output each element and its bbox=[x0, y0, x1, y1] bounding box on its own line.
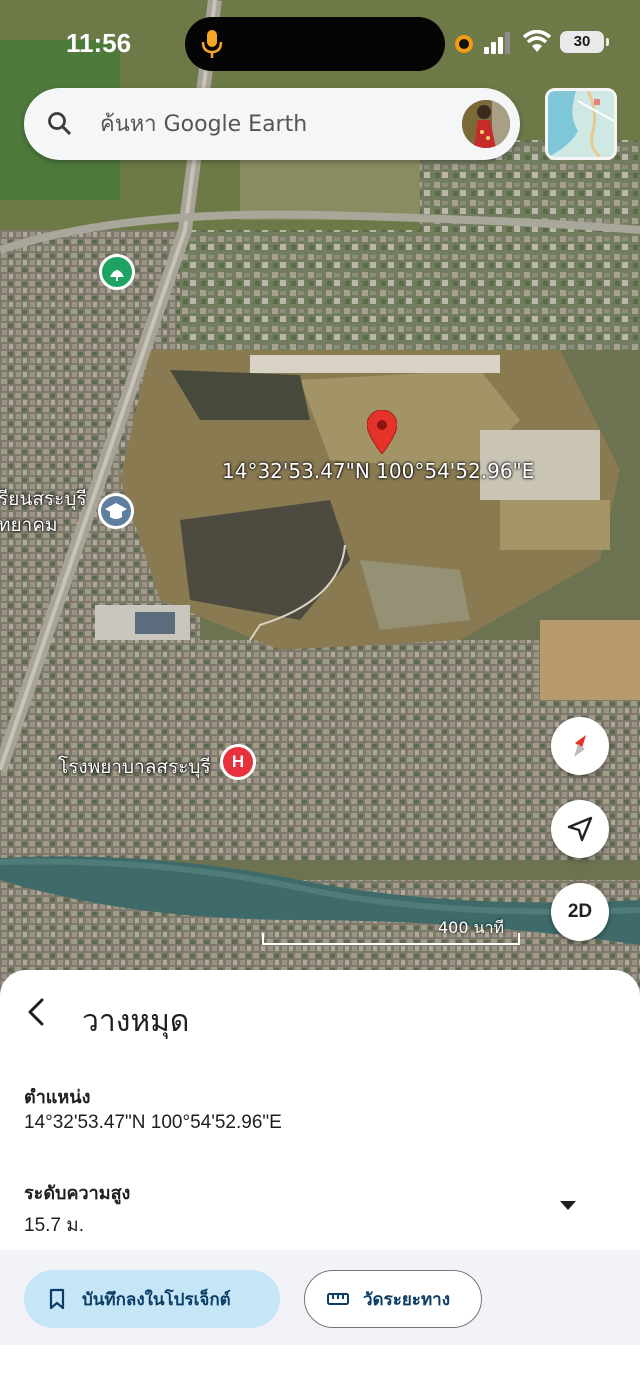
mic-icon bbox=[201, 30, 223, 58]
altitude-label: ระดับความสูง bbox=[24, 1183, 131, 1204]
recording-indicator bbox=[455, 35, 473, 53]
save-to-project-button[interactable]: บันทึกลงในโปรเจ็กต์ bbox=[24, 1270, 280, 1328]
my-location-icon bbox=[567, 816, 593, 842]
search-bar[interactable] bbox=[24, 88, 520, 160]
place-pin-sheet: วางหมุด ตำแหน่ง 14°32'53.47"N 100°54'52.… bbox=[0, 970, 640, 1385]
dynamic-island bbox=[185, 17, 445, 71]
position-label: ตำแหน่ง bbox=[24, 1087, 91, 1108]
pin-coordinates-label: 14°32'53.47"N 100°54'52.96"E bbox=[222, 459, 535, 483]
map-pin-icon[interactable] bbox=[367, 410, 397, 454]
clock: 11:56 bbox=[66, 28, 132, 58]
search-icon bbox=[48, 112, 72, 136]
view-mode-button[interactable]: 2D bbox=[551, 883, 609, 941]
ruler-icon bbox=[327, 1293, 349, 1305]
hospital-label[interactable]: โรงพยาบาลสระบุรี bbox=[58, 752, 211, 782]
measure-distance-label: วัดระยะทาง bbox=[363, 1289, 450, 1310]
search-input[interactable] bbox=[100, 102, 440, 146]
park-poi-icon[interactable] bbox=[99, 254, 135, 290]
save-to-project-label: บันทึกลงในโปรเจ็กต์ bbox=[82, 1289, 231, 1310]
altitude-value: 15.7 ม. bbox=[24, 1215, 85, 1236]
measure-distance-button[interactable]: วัดระยะทาง bbox=[304, 1270, 482, 1328]
school-label[interactable]: รียนสระบุรี ทยาคม bbox=[0, 486, 87, 538]
position-value: 14°32'53.47"N 100°54'52.96"E bbox=[24, 1112, 282, 1133]
action-bar: บันทึกลงในโปรเจ็กต์ วัดระยะทาง bbox=[0, 1250, 640, 1345]
wifi-icon bbox=[522, 30, 552, 52]
sheet-title: วางหมุด bbox=[82, 1004, 190, 1039]
scale-bar bbox=[262, 933, 520, 945]
bookmark-icon bbox=[49, 1288, 65, 1310]
map-thumbnail-icon bbox=[548, 91, 614, 157]
satellite-map[interactable]: 11:56 30 ค้นหา Google Earth รียนสระบุรี … bbox=[0, 0, 640, 1000]
battery-icon: 30 bbox=[560, 31, 609, 53]
hospital-poi-icon[interactable]: H bbox=[220, 744, 256, 780]
school-poi-icon[interactable] bbox=[98, 493, 134, 529]
avatar[interactable] bbox=[462, 100, 510, 148]
back-arrow-icon[interactable] bbox=[18, 992, 54, 1032]
cellular-signal-icon bbox=[484, 32, 510, 54]
my-location-button[interactable] bbox=[551, 800, 609, 858]
map-type-button[interactable] bbox=[545, 88, 617, 160]
view-mode-label: 2D bbox=[567, 901, 593, 922]
compass-button[interactable] bbox=[551, 717, 609, 775]
chevron-down-icon[interactable] bbox=[558, 1198, 578, 1212]
compass-icon bbox=[574, 735, 586, 757]
status-bar: 11:56 30 bbox=[0, 0, 640, 88]
